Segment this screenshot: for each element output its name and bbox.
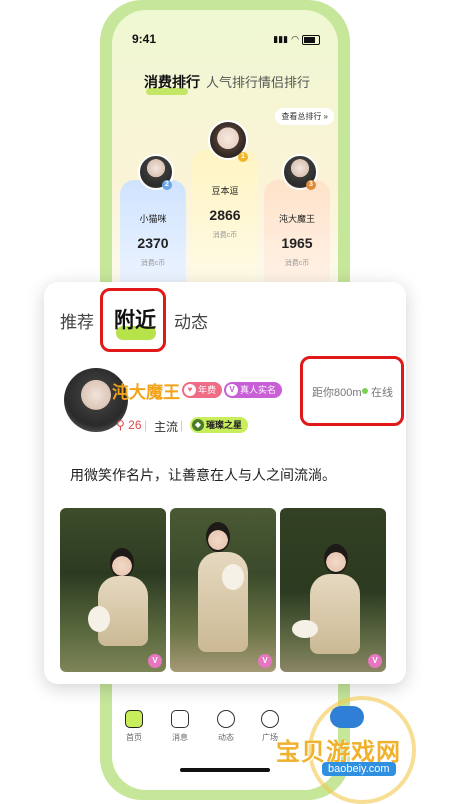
likes-value: 26	[128, 418, 142, 432]
honor-badge: ◆ 璀璨之星	[190, 417, 249, 433]
meta-divider: |	[144, 418, 148, 432]
tab-popularity-rank[interactable]: 人气排行	[206, 72, 258, 91]
user-photo-2[interactable]: V	[170, 508, 276, 672]
rank-2-value: 2370	[137, 235, 169, 251]
verified-icon: V	[226, 384, 238, 396]
user-photo-1[interactable]: V	[60, 508, 166, 672]
message-icon	[171, 710, 189, 728]
user-photo-3[interactable]: V	[280, 508, 386, 672]
nav-messages[interactable]: 消息	[160, 710, 200, 743]
view-all-ranking-button[interactable]: 查看总排行 »	[275, 108, 334, 125]
nav-home-label: 首页	[126, 733, 142, 742]
gamepad-logo-icon	[330, 706, 364, 728]
nav-moments[interactable]: 动态	[206, 710, 246, 743]
tab-nearby[interactable]: 附近	[114, 304, 156, 334]
tab-recommend[interactable]: 推荐	[60, 308, 94, 333]
rank-2-card[interactable]: 2 小猫咪 2370 消费c币	[120, 154, 186, 290]
online-status: 在线	[371, 387, 393, 399]
rank-2-name: 小猫咪	[139, 214, 167, 224]
honor-badge-label: 璀璨之星	[206, 420, 243, 430]
battery-icon	[302, 34, 320, 45]
rank-2-medal: 2	[162, 180, 172, 190]
photo-2-v-badge: V	[258, 654, 272, 668]
rank-3-value: 1965	[281, 235, 313, 251]
photo-1-v-badge: V	[148, 654, 162, 668]
rank-3-card[interactable]: 3 沌大魔王 1965 消费c币	[264, 154, 330, 290]
photo-3-v-badge: V	[368, 654, 382, 668]
nav-home[interactable]: 首页	[114, 710, 154, 743]
tab-dynamic[interactable]: 动态	[174, 308, 208, 333]
verified-badge-label: 真人实名	[240, 385, 277, 395]
likes-count: ⚲ 26	[116, 418, 142, 432]
nearby-card: 推荐 附近 动态 沌大魔王 ♥ 年费 V 真人实名 ⚲ 26 | 主流 | ◆ …	[44, 282, 406, 684]
user-bio: 用微笑作名片，让善意在人与人之间流淌。	[70, 467, 336, 483]
distance-text: 距你800m	[312, 387, 362, 399]
signal-icon: ▮▮▮	[273, 34, 289, 44]
online-dot-icon	[362, 388, 368, 394]
home-indicator	[180, 768, 270, 772]
photo-2-fan	[222, 564, 244, 590]
plaza-icon	[261, 710, 279, 728]
rank-1-value: 2866	[209, 207, 241, 223]
heart-icon: ♥	[184, 384, 196, 396]
nav-messages-label: 消息	[172, 733, 188, 742]
watermark-url: baobeiy.com	[322, 762, 396, 776]
rank-3-medal: 3	[306, 180, 316, 190]
user-name[interactable]: 沌大魔王	[112, 378, 180, 403]
photo-1-person	[110, 548, 134, 578]
tab-consumption-rank[interactable]: 消费排行	[144, 72, 200, 92]
home-icon	[125, 710, 143, 728]
tab-couple-rank[interactable]: 情侣排行	[258, 72, 310, 91]
photo-3-dress	[310, 574, 360, 654]
photo-1-fan	[88, 606, 110, 632]
verified-badge: V 真人实名	[224, 382, 283, 398]
status-icons: ▮▮▮ ◠	[273, 34, 320, 45]
rank-1-medal: 1	[238, 152, 248, 162]
status-time: 9:41	[132, 32, 157, 46]
rank-2-unit: 消费c币	[140, 260, 166, 267]
photo-3-fan	[292, 620, 318, 638]
view-all-label: 查看总排行	[281, 112, 322, 121]
rank-1-unit: 消费c币	[212, 232, 238, 239]
nav-moments-label: 动态	[218, 733, 234, 742]
rank-1-name: 豆本逗	[211, 186, 239, 196]
vip-badge: ♥ 年费	[182, 382, 223, 398]
like-icon: ⚲	[116, 418, 125, 432]
vip-badge-label: 年费	[198, 385, 217, 395]
photo-2-person	[206, 522, 230, 552]
photo-3-person	[324, 544, 348, 574]
wifi-icon: ◠	[291, 34, 299, 44]
rank-3-unit: 消费c币	[284, 260, 310, 267]
meta-divider-2: |	[180, 418, 184, 432]
gem-icon: ◆	[192, 419, 204, 431]
rank-3-name: 沌大魔王	[278, 214, 315, 224]
user-tag: 主流	[154, 420, 179, 434]
moments-icon	[217, 710, 235, 728]
rank-1-card[interactable]: 1 豆本逗 2866 消费c币	[192, 120, 258, 290]
